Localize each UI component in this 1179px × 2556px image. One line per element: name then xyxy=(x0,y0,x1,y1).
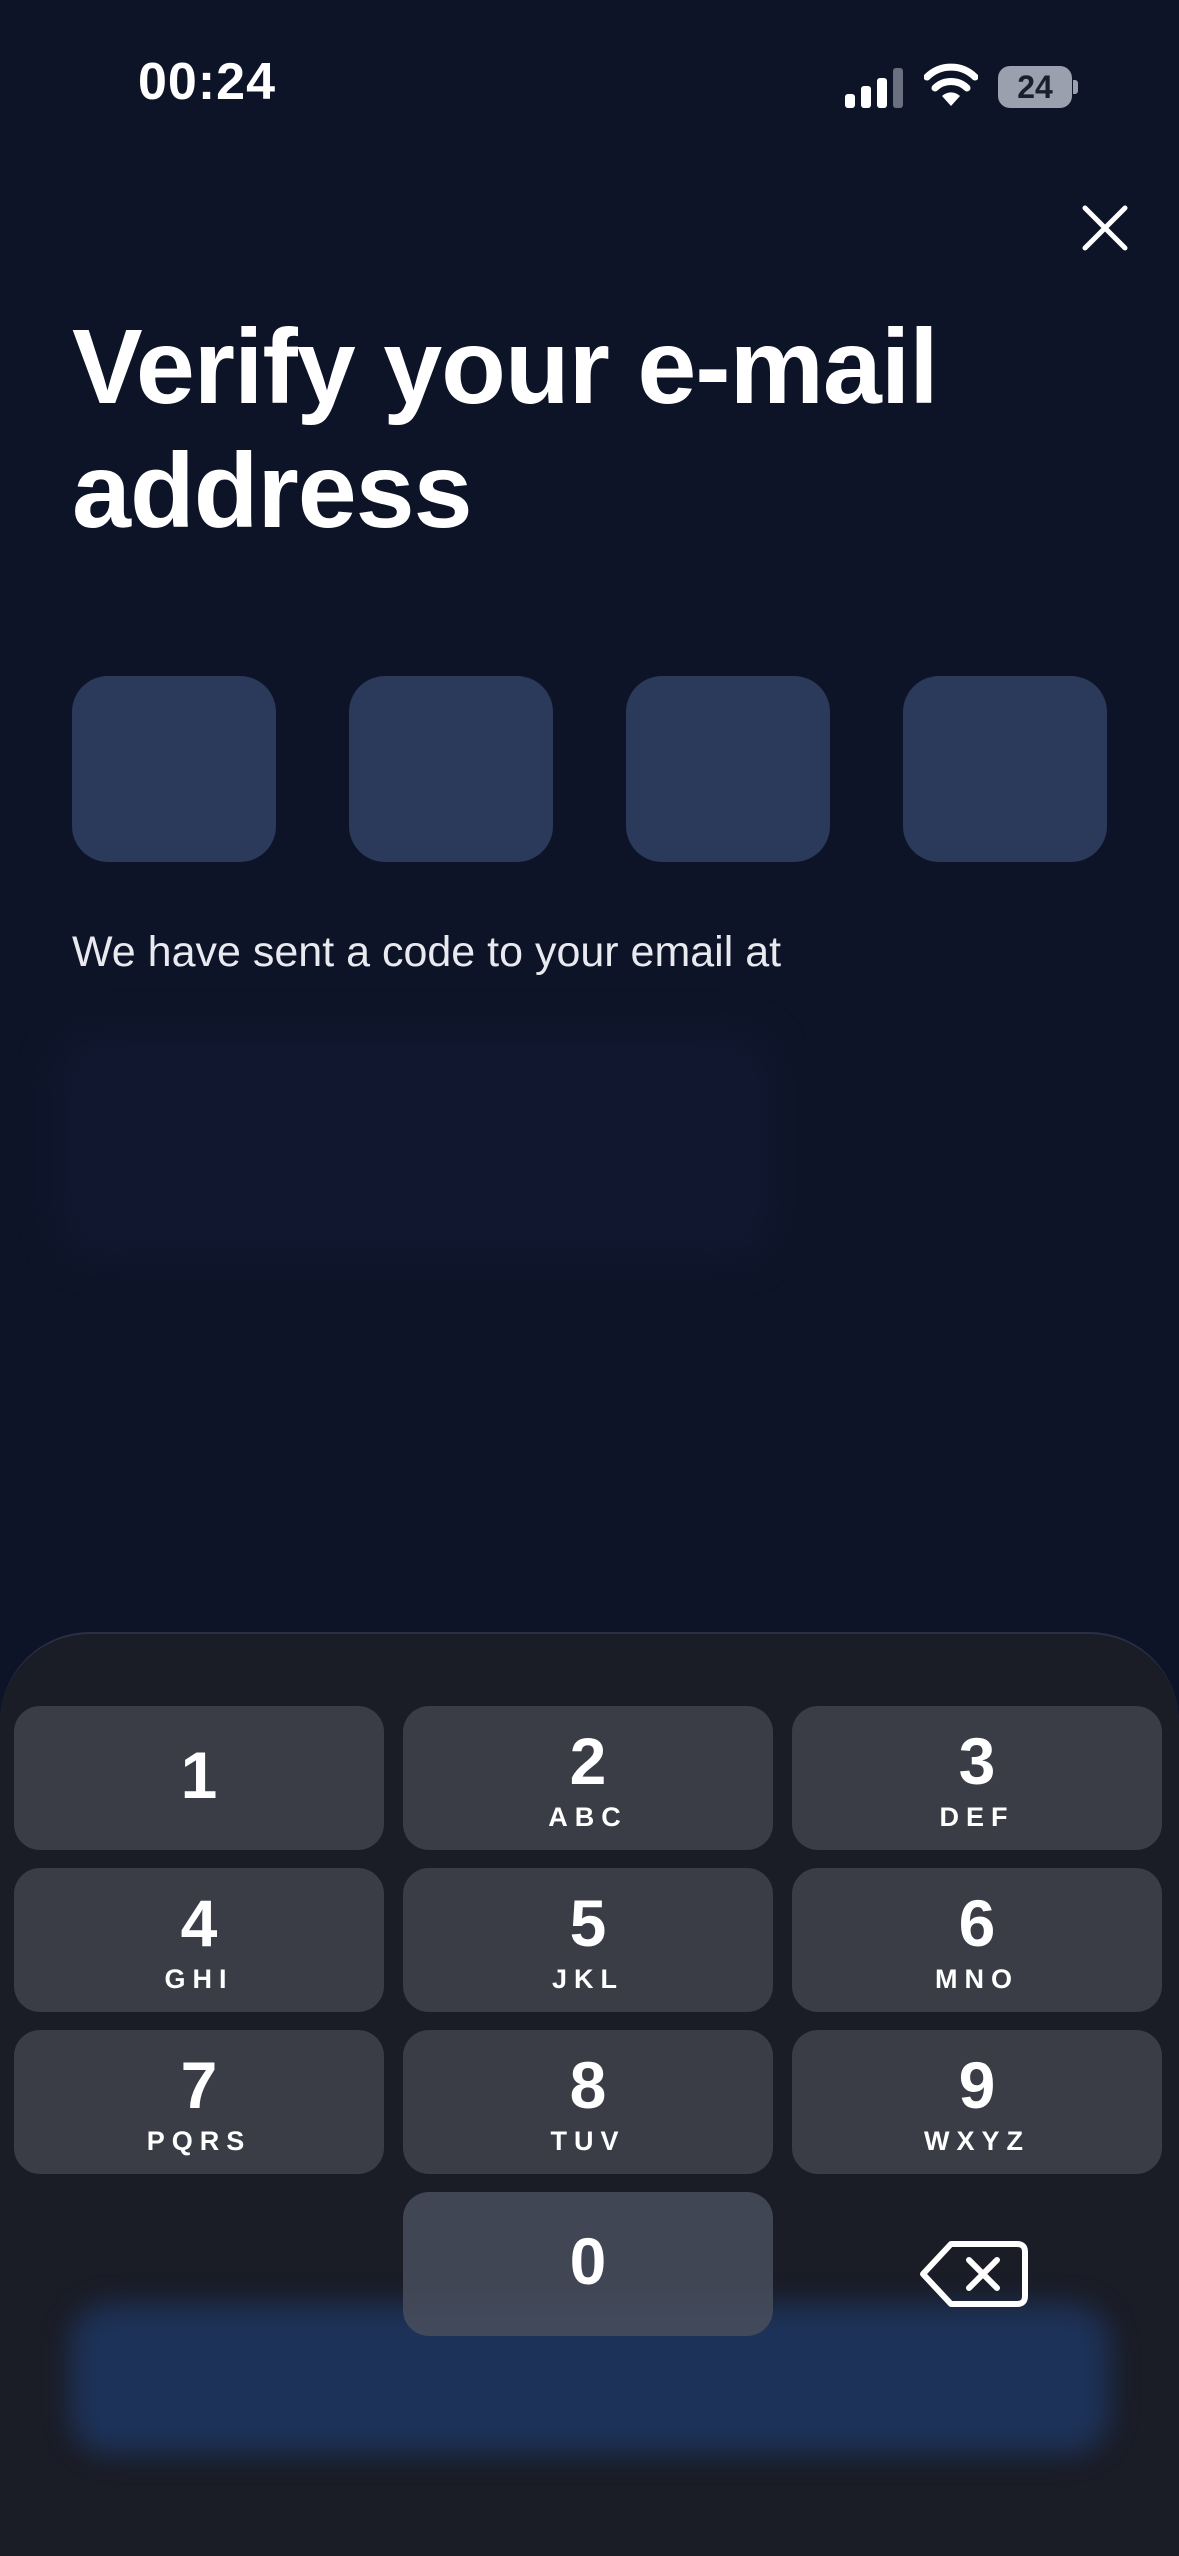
key-digit: 5 xyxy=(569,1886,607,1960)
verify-email-screen: 00:24 24 Verify your e-mail address We h… xyxy=(0,0,1179,2556)
key-letters: GHI xyxy=(164,1964,234,1994)
page-title: Verify your e-mail address xyxy=(72,305,1112,553)
backspace-button[interactable] xyxy=(905,2224,1045,2324)
sent-code-message: We have sent a code to your email at xyxy=(72,928,782,976)
key-digit: 0 xyxy=(569,2224,607,2298)
key-letters: DEF xyxy=(939,1802,1015,1832)
key-3[interactable]: 3 DEF xyxy=(792,1706,1162,1850)
key-7[interactable]: 7 PQRS xyxy=(14,2030,384,2174)
key-digit: 9 xyxy=(958,2048,996,2122)
key-8[interactable]: 8 TUV xyxy=(403,2030,773,2174)
page-title-line1: Verify your e-mail xyxy=(72,308,939,426)
key-letters: JKL xyxy=(551,1964,624,1994)
battery-icon: 24 xyxy=(998,66,1078,108)
key-6[interactable]: 6 MNO xyxy=(792,1868,1162,2012)
status-time: 00:24 xyxy=(138,53,276,111)
key-letters: MNO xyxy=(935,1964,1019,1994)
code-digit-1[interactable] xyxy=(72,676,276,862)
key-letters: ABC xyxy=(548,1802,628,1832)
battery-level: 24 xyxy=(1017,69,1053,105)
key-letters: TUV xyxy=(550,2126,626,2156)
key-digit: 3 xyxy=(958,1724,996,1798)
key-letters: PQRS xyxy=(146,2126,252,2156)
code-digit-3[interactable] xyxy=(626,676,830,862)
key-letters: WXYZ xyxy=(924,2126,1030,2156)
key-digit: 2 xyxy=(569,1724,607,1798)
code-digit-4[interactable] xyxy=(903,676,1107,862)
key-digit: 6 xyxy=(958,1886,996,1960)
key-2[interactable]: 2 ABC xyxy=(403,1706,773,1850)
key-digit: 7 xyxy=(180,2048,218,2122)
key-digit: 1 xyxy=(180,1738,218,1812)
close-icon xyxy=(1082,205,1128,251)
key-digit: 4 xyxy=(180,1886,218,1960)
numeric-keypad: 1 2 ABC 3 DEF 4 GHI 5 JKL 6 MNO 7 PQRS 8… xyxy=(0,1632,1179,2556)
key-5[interactable]: 5 JKL xyxy=(403,1868,773,2012)
key-4[interactable]: 4 GHI xyxy=(14,1868,384,2012)
key-1[interactable]: 1 xyxy=(14,1706,384,1850)
backspace-icon xyxy=(920,2241,1028,2307)
key-9[interactable]: 9 WXYZ xyxy=(792,2030,1162,2174)
key-0[interactable]: 0 xyxy=(403,2192,773,2336)
obscured-email xyxy=(55,1030,775,1260)
wifi-icon xyxy=(923,62,979,106)
close-button[interactable] xyxy=(1075,198,1135,258)
cellular-signal-icon xyxy=(845,68,905,108)
page-title-line2: address xyxy=(72,432,473,550)
code-digit-2[interactable] xyxy=(349,676,553,862)
key-digit: 8 xyxy=(569,2048,607,2122)
